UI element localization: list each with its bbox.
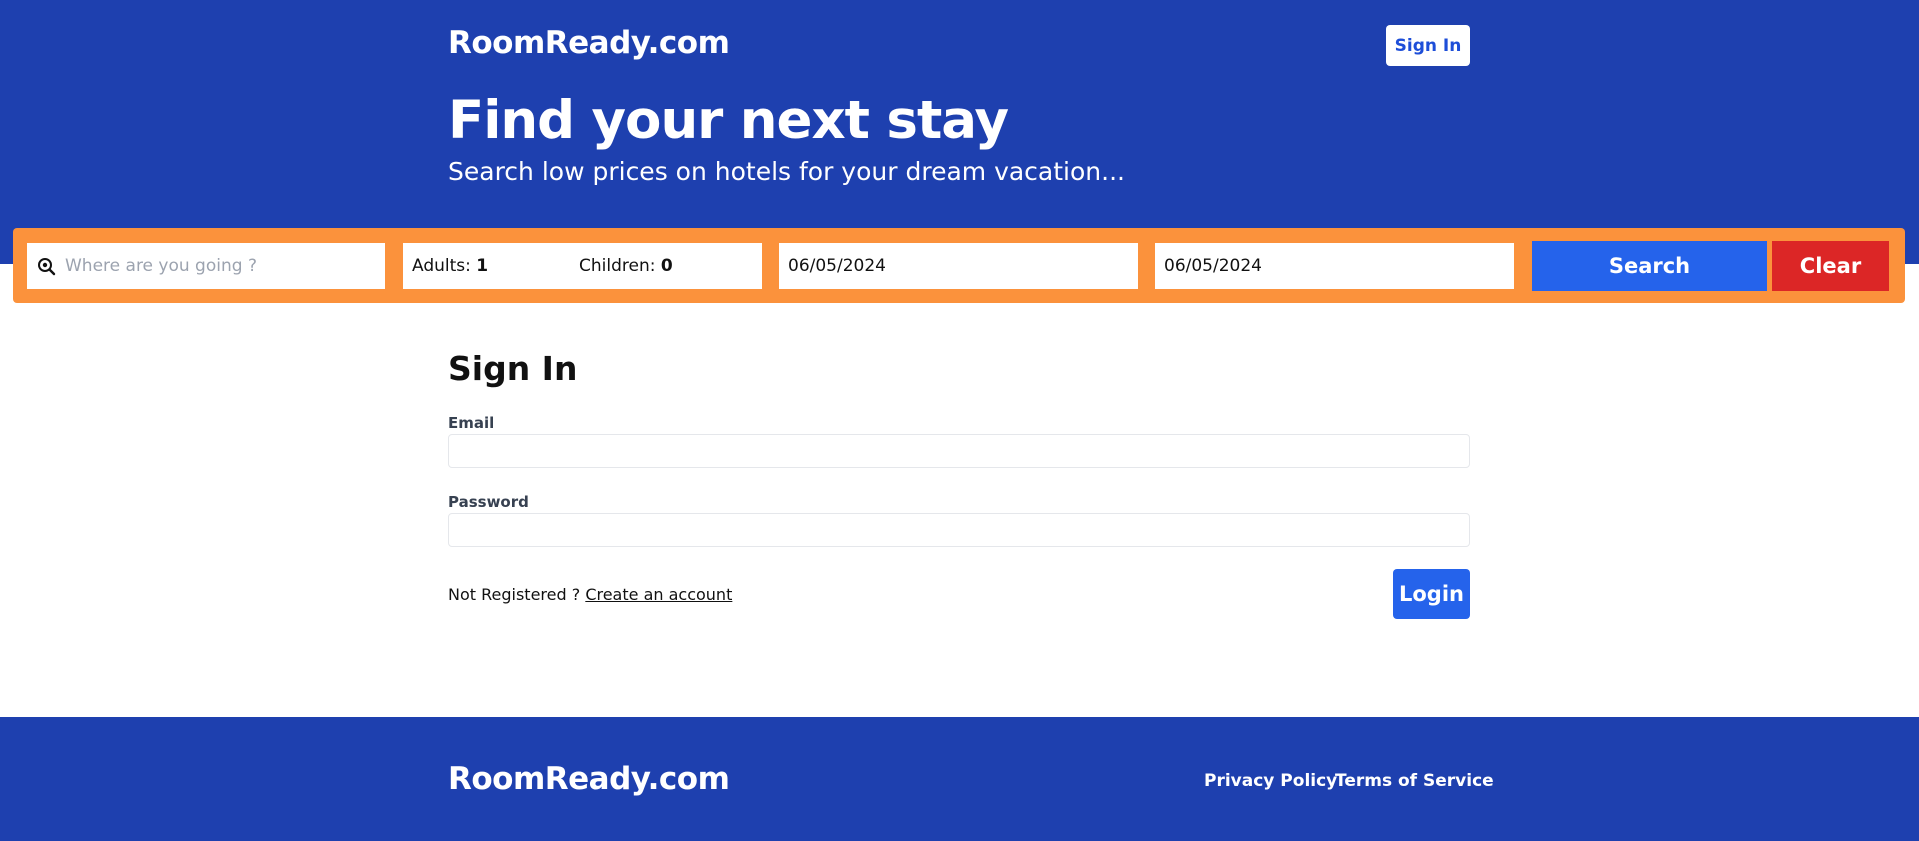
check-out-date-field[interactable]: 06/05/2024 [1155, 243, 1514, 289]
brand-logo[interactable]: RoomReady.com [448, 25, 730, 61]
email-label: Email [448, 414, 495, 432]
children-value: 0 [660, 256, 673, 276]
create-account-link[interactable]: Create an account [585, 585, 732, 604]
check-in-date: 06/05/2024 [788, 256, 886, 276]
search-location-icon [36, 256, 56, 276]
destination-input[interactable] [65, 243, 380, 289]
footer: RoomReady.com Privacy Policy Terms of Se… [0, 717, 1919, 841]
header-signin-button[interactable]: Sign In [1386, 25, 1470, 66]
guests-field[interactable]: Adults: 1 Children: 0 [403, 243, 762, 289]
hero-header: RoomReady.com Sign In Find your next sta… [0, 0, 1919, 264]
email-field[interactable] [448, 434, 1470, 468]
children-label: Children: [579, 256, 656, 276]
footer-brand-logo[interactable]: RoomReady.com [448, 761, 730, 797]
not-registered-text: Not Registered ? [448, 585, 581, 604]
adults-label: Adults: [412, 256, 471, 276]
not-registered-row: Not Registered ? Create an account [448, 585, 732, 604]
search-button[interactable]: Search [1532, 241, 1767, 291]
check-in-date-field[interactable]: 06/05/2024 [779, 243, 1138, 289]
login-button[interactable]: Login [1393, 569, 1470, 619]
terms-of-service-link[interactable]: Terms of Service [1335, 771, 1494, 791]
page-title: Sign In [448, 349, 578, 388]
password-field[interactable] [448, 513, 1470, 547]
clear-button[interactable]: Clear [1772, 241, 1889, 291]
password-label: Password [448, 493, 529, 511]
destination-field[interactable] [27, 243, 385, 289]
adults-value: 1 [476, 256, 489, 276]
hero-headline: Find your next stay [448, 90, 1009, 151]
privacy-policy-link[interactable]: Privacy Policy [1204, 771, 1337, 791]
search-bar: Adults: 1 Children: 0 06/05/2024 06/05/2… [13, 228, 1905, 303]
children-selector[interactable]: Children: 0 [579, 256, 673, 276]
hero-subheadline: Search low prices on hotels for your dre… [448, 157, 1125, 186]
check-out-date: 06/05/2024 [1164, 256, 1262, 276]
adults-selector[interactable]: Adults: 1 [412, 256, 488, 276]
